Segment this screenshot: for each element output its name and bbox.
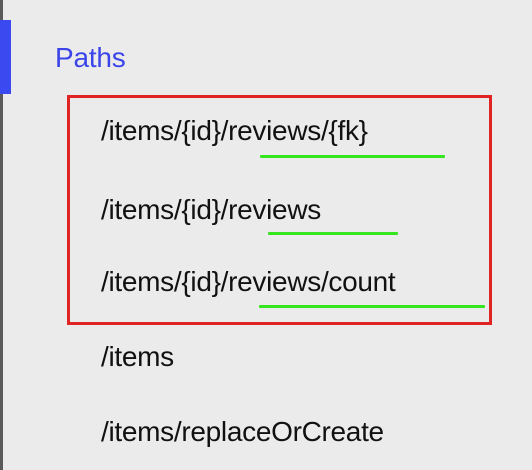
path-item-items[interactable]: /items bbox=[101, 337, 174, 377]
active-section-indicator bbox=[0, 20, 11, 94]
path-item-reviews-fk[interactable]: /items/{id}/reviews/{fk} bbox=[101, 111, 368, 151]
underline-annotation-reviews-fk bbox=[260, 155, 445, 158]
path-item-reviews-count[interactable]: /items/{id}/reviews/count bbox=[101, 262, 396, 302]
underline-annotation-reviews-count bbox=[259, 305, 485, 308]
path-item-reviews[interactable]: /items/{id}/reviews bbox=[101, 190, 321, 230]
paths-section-heading[interactable]: Paths bbox=[55, 38, 126, 78]
underline-annotation-reviews bbox=[268, 232, 398, 235]
paths-sidebar-panel: Paths /items/{id}/reviews/{fk} /items/{i… bbox=[0, 0, 532, 470]
path-item-replace-or-create[interactable]: /items/replaceOrCreate bbox=[101, 412, 384, 452]
